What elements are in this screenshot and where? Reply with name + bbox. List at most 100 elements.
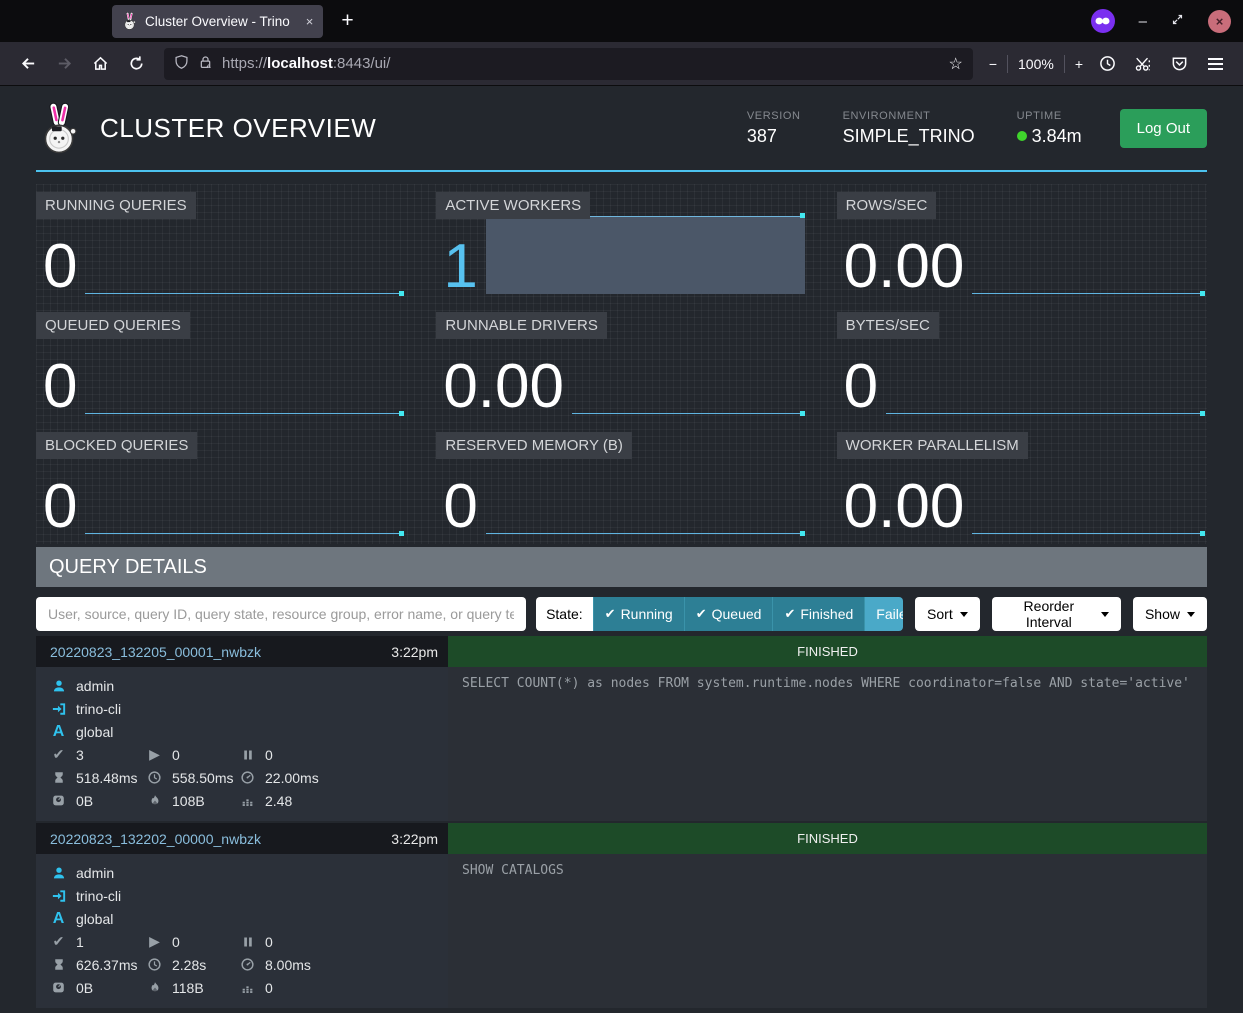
queued-splits: 0 <box>265 934 273 950</box>
memory-scale-icon <box>50 981 67 994</box>
cumulative-memory: 118B <box>172 980 204 996</box>
elapsed-clock-icon <box>146 771 163 784</box>
bookmark-star-icon[interactable]: ☆ <box>948 54 962 74</box>
query-time: 3:22pm <box>391 644 438 660</box>
tab-close-icon[interactable]: × <box>306 14 314 29</box>
pocket-icon[interactable] <box>1163 48 1195 80</box>
wall-time: 518.48ms <box>76 770 137 786</box>
trino-cluster-overview-page: CLUSTER OVERVIEW VERSION 387 ENVIRONMENT… <box>0 86 1243 1008</box>
cumulative-flame-icon <box>146 981 163 994</box>
memory-scale-icon <box>50 794 67 807</box>
new-tab-button[interactable]: + <box>341 9 353 33</box>
stat-tile-worker-parallelism: WORKER PARALLELISM 0.00 <box>837 424 1207 544</box>
cumulative-memory: 108B <box>172 793 205 809</box>
state-filter-failed-dropdown[interactable]: Failed <box>864 597 903 631</box>
wall-time-hourglass-icon <box>50 771 67 784</box>
browser-tab-bar: Cluster Overview - Trino × + – × <box>0 0 1243 42</box>
version-info: VERSION 387 <box>747 110 801 147</box>
sparkline <box>85 216 404 294</box>
stat-value: 0.00 <box>844 481 965 534</box>
source-signin-icon <box>50 889 67 903</box>
lock-warning-icon[interactable] <box>198 54 213 74</box>
query-details-title: QUERY DETAILS <box>49 556 207 579</box>
close-window-button[interactable]: × <box>1208 10 1231 33</box>
stat-value: 1 <box>443 241 477 294</box>
chevron-down-icon <box>960 612 968 617</box>
query-user: admin <box>76 865 114 881</box>
stat-label: RUNNING QUERIES <box>36 192 196 219</box>
state-filter-group: State: ✔ Running ✔ Queued ✔ Finished Fai… <box>536 597 903 631</box>
state-filter-label: State: <box>536 597 593 631</box>
stat-tile-rows-sec: ROWS/SEC 0.00 <box>837 184 1207 304</box>
query-status-badge: FINISHED <box>448 823 1207 854</box>
sparkline <box>572 336 805 414</box>
query-text-panel: SHOW CATALOGS <box>448 854 1207 1008</box>
query-details-header: QUERY DETAILS <box>36 547 1207 587</box>
browser-navbar: https://localhost:8443/ui/ ☆ − 100% + <box>0 42 1243 86</box>
chevron-down-icon <box>1187 612 1195 617</box>
logout-button[interactable]: Log Out <box>1120 109 1207 148</box>
query-user: admin <box>76 678 114 694</box>
query-toolbar: State: ✔ Running ✔ Queued ✔ Finished Fai… <box>36 597 1207 631</box>
url-bar[interactable]: https://localhost:8443/ui/ ☆ <box>164 48 973 80</box>
user-icon <box>50 679 67 693</box>
sparkline <box>486 216 805 294</box>
stat-tile-blocked-queries: BLOCKED QUERIES 0 <box>36 424 406 544</box>
stat-label: WORKER PARALLELISM <box>837 432 1028 459</box>
url-text[interactable]: https://localhost:8443/ui/ <box>222 55 939 72</box>
zoom-in-button[interactable]: + <box>1075 56 1083 72</box>
stat-tile-runnable-drivers: RUNNABLE DRIVERS 0.00 <box>436 304 806 424</box>
query-id-link[interactable]: 20220823_132205_00001_nwbzk <box>50 644 261 660</box>
menu-hamburger-icon[interactable] <box>1199 48 1231 80</box>
shield-icon[interactable] <box>174 54 189 74</box>
environment-value: SIMPLE_TRINO <box>843 126 975 147</box>
cpu-gauge-icon <box>239 771 256 784</box>
resource-group-icon: A <box>50 723 67 741</box>
tab-title: Cluster Overview - Trino <box>145 14 290 29</box>
sparkline <box>85 336 404 414</box>
cumulative-flame-icon <box>146 794 163 807</box>
minimize-button[interactable]: – <box>1139 14 1147 29</box>
sort-dropdown[interactable]: Sort <box>915 597 980 631</box>
query-card: 20220823_132202_00000_nwbzk 3:22pm FINIS… <box>36 823 1207 1008</box>
cluster-stats-grid: RUNNING QUERIES 0 ACTIVE WORKERS 1 ROWS/… <box>36 184 1207 544</box>
screenshot-scissors-icon[interactable] <box>1127 48 1159 80</box>
query-search-input[interactable] <box>36 597 526 631</box>
completed-splits: 1 <box>76 934 84 950</box>
current-memory: 0B <box>76 793 93 809</box>
query-card: 20220823_132205_00001_nwbzk 3:22pm FINIS… <box>36 636 1207 821</box>
zoom-level[interactable]: 100% <box>1018 56 1054 72</box>
home-icon[interactable] <box>84 48 116 80</box>
chevron-down-icon <box>1101 612 1109 617</box>
query-id-link[interactable]: 20220823_132202_00000_nwbzk <box>50 831 261 847</box>
reorder-interval-dropdown[interactable]: Reorder Interval <box>992 597 1121 631</box>
query-resource-group: global <box>76 911 113 927</box>
browser-tab[interactable]: Cluster Overview - Trino × <box>112 5 323 38</box>
forward-icon[interactable] <box>48 48 80 80</box>
back-icon[interactable] <box>12 48 44 80</box>
stat-value: 0 <box>43 241 77 294</box>
state-filter-finished[interactable]: ✔ Finished <box>772 597 864 631</box>
trino-favicon <box>122 12 137 30</box>
check-icon: ✔ <box>605 606 616 622</box>
state-filter-running[interactable]: ✔ Running <box>593 597 684 631</box>
query-source: trino-cli <box>76 701 121 717</box>
completed-splits: 3 <box>76 747 84 763</box>
uptime-value: 3.84m <box>1032 126 1082 147</box>
stat-tile-active-workers: ACTIVE WORKERS 1 <box>436 184 806 304</box>
url-host: localhost <box>267 55 333 72</box>
zoom-out-button[interactable]: − <box>989 56 997 72</box>
query-resource-group: global <box>76 724 113 740</box>
query-status-badge: FINISHED <box>448 636 1207 667</box>
trino-bunny-logo <box>36 102 82 154</box>
sparkline <box>886 336 1205 414</box>
stat-label: BLOCKED QUERIES <box>36 432 197 459</box>
uptime-label: UPTIME <box>1017 110 1082 122</box>
restore-button[interactable] <box>1171 13 1184 29</box>
reload-icon[interactable] <box>120 48 152 80</box>
state-filter-queued[interactable]: ✔ Queued <box>684 597 773 631</box>
history-clock-icon[interactable] <box>1091 48 1123 80</box>
stat-value: 0.00 <box>443 361 564 414</box>
query-time: 3:22pm <box>391 831 438 847</box>
show-dropdown[interactable]: Show <box>1133 597 1207 631</box>
